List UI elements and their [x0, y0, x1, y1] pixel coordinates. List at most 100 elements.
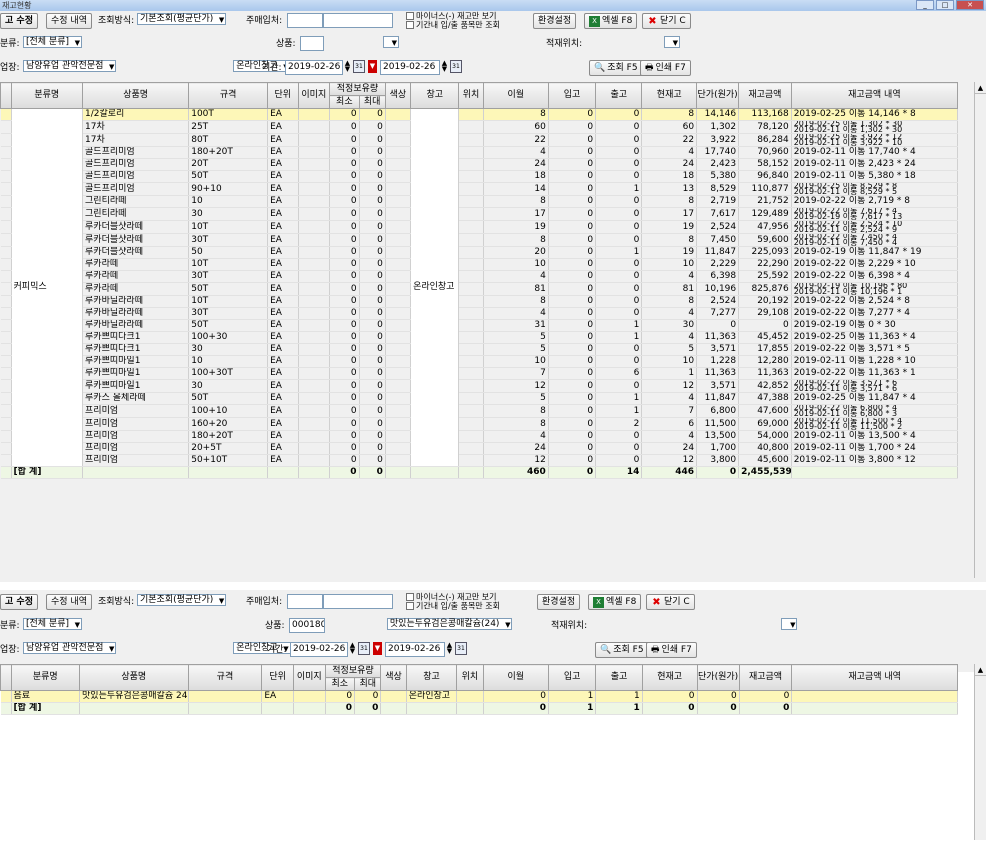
date-dropdown-icon[interactable]: ▼: [373, 642, 382, 655]
column-header[interactable]: 현재고: [641, 664, 698, 691]
column-header[interactable]: 규격: [187, 664, 263, 691]
category-select[interactable]: [전체 분류]: [23, 618, 83, 630]
calendar-icon[interactable]: 31: [353, 60, 365, 73]
table-row[interactable]: 루카더블샷라떼 10T EA 0 0 19 0 0 19 2,524 47,956 2019-02-2…: [0, 220, 959, 234]
column-header[interactable]: 단위: [261, 664, 294, 691]
excel-button[interactable]: X 엑셀 F8: [588, 594, 642, 610]
table-row[interactable]: 골드프리미엄 50T EA 0 0 18 0 0 18 5,380 96,840 2019-02-11…: [0, 170, 959, 183]
table-row[interactable]: 루카더블샷라떼 50 EA 0 0 20 0 1 19 11,847 225,093 2019-02-…: [0, 246, 959, 259]
table-row[interactable]: 루카쁘띠마일1 100+30T EA 0 0 7 0 6 1 11,363 11,363 2019-0…: [0, 367, 959, 380]
column-header[interactable]: 최소: [324, 677, 356, 691]
edit-history-button[interactable]: 수정 내역: [46, 13, 92, 29]
calendar-icon[interactable]: 31: [358, 642, 370, 655]
column-header[interactable]: 재고금액: [738, 82, 792, 109]
column-header[interactable]: 재고금액: [738, 664, 793, 691]
table-row[interactable]: 음료 맛있는두유검은콩매칼슘 24 EA 0 0 온라인창고 0 1 1 0 0…: [0, 690, 958, 703]
column-header[interactable]: 색상: [380, 664, 407, 691]
print-button[interactable]: 🖶 인쇄 F7: [646, 642, 697, 658]
search-button[interactable]: 🔍 조회 F5: [589, 60, 643, 76]
table-row[interactable]: 그린티라떼 10 EA 0 0 8 0 0 8 2,719 21,752 2019-02-22 이통 …: [0, 195, 959, 208]
column-header[interactable]: 이월: [482, 664, 549, 691]
column-header[interactable]: 창고: [410, 82, 460, 109]
table-row[interactable]: 루카바닐라라떼 50T EA 0 0 31 0 1 30 0 0 2019-02-19 이통 0 * …: [0, 319, 959, 332]
table-row[interactable]: 루카바닐라라떼 10T EA 0 0 8 0 0 8 2,524 20,192 2019-02-22 …: [0, 295, 959, 308]
column-header[interactable]: 단가(원가): [696, 82, 740, 109]
table-row[interactable]: 루카라떼 30T EA 0 0 4 0 0 4 6,398 25,592 2019-02-22 이통 …: [0, 270, 959, 283]
calendar-icon[interactable]: 31: [455, 642, 467, 655]
settings-button[interactable]: 환경설정: [533, 13, 577, 29]
table-row[interactable]: 루카바닐라라떼 30T EA 0 0 4 0 0 4 7,277 29,108 2019-02-22 …: [0, 307, 959, 320]
column-header[interactable]: 최대: [354, 677, 382, 691]
table-row[interactable]: 루카라떼 50T EA 0 0 81 0 0 81 10,196 825,876 2019-02-19…: [0, 282, 959, 296]
column-header[interactable]: 창고: [405, 664, 458, 691]
column-header[interactable]: 상품명: [79, 664, 189, 691]
query-method-select[interactable]: 기본조회(평균단가): [137, 594, 227, 606]
category-select[interactable]: [전체 분류]: [23, 36, 83, 48]
table-row[interactable]: 커피믹스 1/2칼로리 100T EA 0 0 온라인창고 8 0 0 8 14,146 113,168…: [0, 108, 959, 467]
column-header[interactable]: 적정보유량: [324, 664, 382, 678]
calendar-icon[interactable]: 31: [450, 60, 462, 73]
column-header[interactable]: 이미지: [292, 664, 326, 691]
column-header[interactable]: 현재고: [641, 82, 698, 109]
table-row[interactable]: 17차 25T EA 0 0 60 0 0 60 1,302 78,120 2019-02-25 이통…: [0, 120, 959, 134]
store-select[interactable]: 남양유업 관악전문점: [23, 642, 117, 654]
date-from-spinner[interactable]: ▲ ▼: [343, 60, 352, 73]
table-row[interactable]: 프리미엄 100+10 EA 0 0 8 0 1 7 6,800 47,600 2019-02-22 …: [0, 404, 959, 418]
print-button[interactable]: 🖶 인쇄 F7: [640, 60, 691, 76]
scroll-up-arrow[interactable]: ▲: [975, 82, 986, 94]
vertical-scrollbar[interactable]: ▲: [974, 664, 986, 840]
supplier-code-input[interactable]: [287, 594, 323, 609]
date-from-spinner[interactable]: ▲ ▼: [348, 642, 357, 655]
scroll-up-arrow[interactable]: ▲: [975, 664, 986, 676]
query-method-select[interactable]: 기본조회(평균단가): [137, 13, 227, 25]
location-select[interactable]: [664, 36, 681, 48]
date-to-input[interactable]: 2019-02-26: [385, 642, 445, 657]
supplier-code-input[interactable]: [287, 13, 323, 28]
table-row[interactable]: 루카쁘띠마일1 30 EA 0 0 12 0 0 12 3,571 42,852 2019-02-22…: [0, 379, 959, 393]
minimize-button[interactable]: _: [916, 0, 934, 10]
product-code-input[interactable]: 000180: [289, 618, 325, 633]
column-header[interactable]: 적정보유량: [329, 82, 386, 96]
product-name-select[interactable]: 맛있는두유검은콩매칼슘(24): [386, 618, 513, 630]
date-dropdown-icon[interactable]: ▼: [368, 60, 377, 73]
supplier-name-input[interactable]: [323, 594, 393, 609]
vertical-scrollbar[interactable]: ▲: [974, 82, 986, 578]
column-header[interactable]: 출고: [595, 664, 643, 691]
date-to-spinner[interactable]: ▲ ▼: [440, 60, 449, 73]
date-to-spinner[interactable]: ▲ ▼: [445, 642, 454, 655]
search-button[interactable]: 🔍 조회 F5: [595, 642, 649, 658]
column-header[interactable]: 재고금액 내역: [790, 82, 959, 109]
location-select[interactable]: [781, 618, 798, 630]
period-io-checkbox[interactable]: 기간내 입/출 품목만 조회: [406, 20, 500, 30]
column-header[interactable]: 분류명: [10, 82, 84, 109]
product-code-input[interactable]: [300, 36, 324, 51]
column-header[interactable]: 최소: [329, 95, 360, 109]
column-header[interactable]: 상품명: [82, 82, 190, 109]
table-row[interactable]: 골드프리미엄 20T EA 0 0 24 0 0 24 2,423 58,152 2019-02-11…: [0, 158, 959, 171]
close-button[interactable]: ✖ 닫기 C: [646, 594, 695, 610]
table-row[interactable]: 프리미엄 50+10T EA 0 0 12 0 0 12 3,800 45,600 2019-02-1…: [0, 454, 959, 467]
column-header[interactable]: 이월: [482, 82, 549, 109]
table-row[interactable]: 17차 80T EA 0 0 22 0 0 22 3,922 86,284 2019-02-25 이통…: [0, 133, 959, 147]
column-header[interactable]: 단가(원가): [696, 664, 740, 691]
supplier-name-input[interactable]: [323, 13, 393, 28]
product-name-select[interactable]: [383, 36, 400, 48]
column-header[interactable]: 위치: [458, 82, 484, 109]
column-header[interactable]: 위치: [456, 664, 484, 691]
column-header[interactable]: 분류명: [10, 664, 81, 691]
table-row[interactable]: 루카쁘띠다크1 100+30 EA 0 0 5 0 1 4 11,363 45,452 2019-02…: [0, 331, 959, 344]
date-from-input[interactable]: 2019-02-26: [285, 60, 343, 75]
date-to-input[interactable]: 2019-02-26: [380, 60, 440, 75]
maximize-button[interactable]: □: [936, 0, 954, 10]
column-header[interactable]: 입고: [547, 82, 597, 109]
excel-button[interactable]: X 엑셀 F8: [584, 13, 638, 29]
table-row[interactable]: 골드프리미엄 90+10 EA 0 0 14 0 1 13 8,529 110,877 2019-02…: [0, 182, 959, 196]
column-header[interactable]: 출고: [595, 82, 643, 109]
table-row[interactable]: 프리미엄 20+5T EA 0 0 24 0 0 24 1,700 40,800 2019-02-11…: [0, 442, 959, 455]
table-row[interactable]: 루카더블샷라떼 30T EA 0 0 8 0 0 8 7,450 59,600 2019-02-22 …: [0, 233, 959, 247]
table-row[interactable]: 골드프리미엄 180+20T EA 0 0 4 0 0 4 17,740 70,960 2019-02…: [0, 146, 959, 159]
window-close-button[interactable]: ✕: [956, 0, 984, 10]
column-header[interactable]: 최대: [358, 95, 386, 109]
table-row[interactable]: 루카쁘띠마일1 10 EA 0 0 10 0 0 10 1,228 12,280 2019-02-11…: [0, 355, 959, 368]
column-header[interactable]: 입고: [547, 664, 597, 691]
